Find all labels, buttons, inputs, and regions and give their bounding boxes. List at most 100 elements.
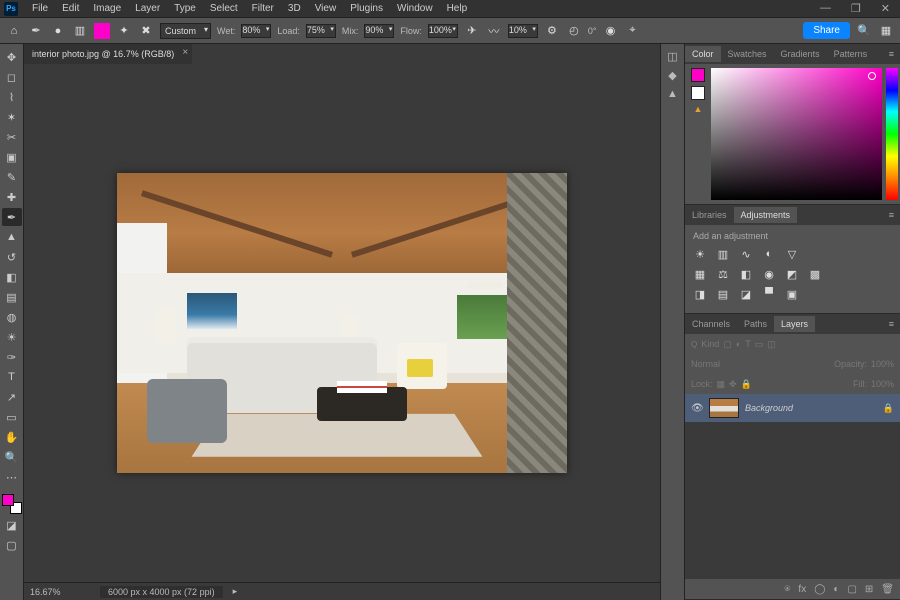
marquee-tool[interactable]: ◻ (2, 68, 22, 86)
smoothing-input[interactable]: 10% (508, 24, 538, 38)
gradient-tool[interactable]: ▤ (2, 288, 22, 306)
window-maximize[interactable]: ❐ (845, 0, 867, 17)
bg-mini-swatch[interactable] (691, 86, 705, 100)
selection-tool[interactable]: ✶ (2, 108, 22, 126)
panel-menu-icon[interactable]: ≡ (883, 49, 900, 59)
mixer-brush-clean-icon[interactable]: ✦ (116, 23, 132, 39)
gradient-map-icon[interactable]: ▀ (762, 287, 776, 301)
menu-filter[interactable]: Filter (246, 1, 280, 16)
panel-toggle-icon[interactable]: ▥ (72, 23, 88, 39)
menu-edit[interactable]: Edit (56, 1, 85, 16)
panel-icon[interactable]: ◆ (668, 69, 676, 82)
filter-kind[interactable]: Kind (701, 339, 719, 349)
history-brush-tool[interactable]: ↺ (2, 248, 22, 266)
share-button[interactable]: Share (803, 22, 850, 39)
brush-preset-select[interactable]: Custom (160, 23, 211, 39)
fill-value[interactable]: 100% (871, 379, 894, 389)
quickmask-tool[interactable]: ◪ (2, 516, 22, 534)
edit-toolbar[interactable]: ⋯ (2, 468, 22, 486)
photo-filter-icon[interactable]: ◉ (762, 267, 776, 281)
selective-icon[interactable]: ▣ (785, 287, 799, 301)
zoom-level[interactable]: 16.67% (30, 587, 90, 597)
brush-preset-icon[interactable]: ● (50, 23, 66, 39)
filter-kind-label[interactable]: Q (691, 340, 697, 349)
canvas-area[interactable] (24, 64, 660, 582)
panel-menu-icon[interactable]: ≡ (883, 210, 900, 220)
eraser-tool[interactable]: ◧ (2, 268, 22, 286)
menu-3d[interactable]: 3D (282, 1, 307, 16)
healing-tool[interactable]: ✚ (2, 188, 22, 206)
posterize-icon[interactable]: ▤ (716, 287, 730, 301)
brush-tool-indicator-icon[interactable]: ✒ (28, 23, 44, 39)
screenmode-tool[interactable]: ▢ (2, 536, 22, 554)
link-layers-icon[interactable]: ⍟ (784, 584, 790, 595)
filter-smart-icon[interactable]: ◫ (767, 339, 776, 350)
menu-select[interactable]: Select (204, 1, 244, 16)
filter-type-icon[interactable]: T (745, 339, 751, 349)
angle-icon[interactable]: ◴ (566, 23, 582, 39)
fx-icon[interactable]: fx (798, 584, 806, 595)
filter-adjust-icon[interactable]: ◐ (736, 339, 741, 349)
invert-icon[interactable]: ◨ (693, 287, 707, 301)
vibrance-icon[interactable]: ▽ (785, 247, 799, 261)
curves-icon[interactable]: ∿ (739, 247, 753, 261)
filter-pixel-icon[interactable]: ▢ (723, 339, 732, 350)
tab-layers[interactable]: Layers (774, 316, 815, 332)
type-tool[interactable]: T (2, 368, 22, 386)
menu-help[interactable]: Help (441, 1, 474, 16)
mixer-brush-load-icon[interactable]: ✖ (138, 23, 154, 39)
dodge-tool[interactable]: ☀ (2, 328, 22, 346)
brush-tool[interactable]: ✒ (2, 208, 22, 226)
lock-pixels-icon[interactable]: ▦ (717, 379, 726, 390)
hand-tool[interactable]: ✋ (2, 428, 22, 446)
lookup-icon[interactable]: ▩ (808, 267, 822, 281)
document-info[interactable]: 6000 px x 4000 px (72 ppi) (100, 586, 223, 598)
color-swatch[interactable] (94, 23, 110, 39)
saturation-brightness-field[interactable] (711, 68, 882, 200)
tab-paths[interactable]: Paths (737, 316, 774, 332)
tab-color[interactable]: Color (685, 46, 721, 62)
opacity-value[interactable]: 100% (871, 359, 894, 369)
mix-input[interactable]: 90% (364, 24, 394, 38)
shape-tool[interactable]: ▭ (2, 408, 22, 426)
hue-slider[interactable] (886, 68, 898, 200)
menu-type[interactable]: Type (168, 1, 202, 16)
window-close[interactable]: ✕ (875, 0, 896, 17)
blend-mode-select[interactable]: Normal (691, 359, 720, 369)
layer-row[interactable]: 👁 Background 🔒 (685, 394, 900, 422)
symmetry-icon[interactable]: ⌖ (625, 23, 641, 39)
tab-channels[interactable]: Channels (685, 316, 737, 332)
panel-icon[interactable]: ▲ (667, 88, 678, 100)
mask-icon[interactable]: ◯ (814, 584, 825, 595)
menu-layer[interactable]: Layer (129, 1, 166, 16)
load-input[interactable]: 75% (306, 24, 336, 38)
visibility-icon[interactable]: 👁 (691, 403, 703, 414)
panel-icon[interactable]: ◫ (667, 50, 677, 63)
brightness-icon[interactable]: ☀ (693, 247, 707, 261)
pressure-size-icon[interactable]: ◉ (603, 23, 619, 39)
mixer-icon[interactable]: ◩ (785, 267, 799, 281)
color-cursor[interactable] (868, 72, 876, 80)
color-picker[interactable] (711, 68, 898, 200)
tab-libraries[interactable]: Libraries (685, 207, 734, 223)
zoom-tool[interactable]: 🔍 (2, 448, 22, 466)
blur-tool[interactable]: ◍ (2, 308, 22, 326)
eyedropper-tool[interactable]: ✎ (2, 168, 22, 186)
wet-input[interactable]: 80% (241, 24, 271, 38)
lock-icon[interactable]: 🔒 (883, 403, 894, 414)
fg-mini-swatch[interactable] (691, 68, 705, 82)
move-tool[interactable]: ✥ (2, 48, 22, 66)
lasso-tool[interactable]: ⌇ (2, 88, 22, 106)
hue-icon[interactable]: ▦ (693, 267, 707, 281)
bw-icon[interactable]: ◧ (739, 267, 753, 281)
threshold-icon[interactable]: ◪ (739, 287, 753, 301)
window-minimize[interactable]: — (814, 0, 837, 17)
filter-shape-icon[interactable]: ▭ (755, 339, 764, 350)
angle-value[interactable]: 0° (588, 26, 597, 36)
frame-tool[interactable]: ▣ (2, 148, 22, 166)
tab-gradients[interactable]: Gradients (774, 46, 827, 62)
tab-adjustments[interactable]: Adjustments (734, 207, 798, 223)
search-icon[interactable]: 🔍 (856, 23, 872, 39)
adjustment-layer-icon[interactable]: ◐ (833, 584, 839, 595)
status-arrow-icon[interactable]: ▸ (233, 586, 238, 597)
